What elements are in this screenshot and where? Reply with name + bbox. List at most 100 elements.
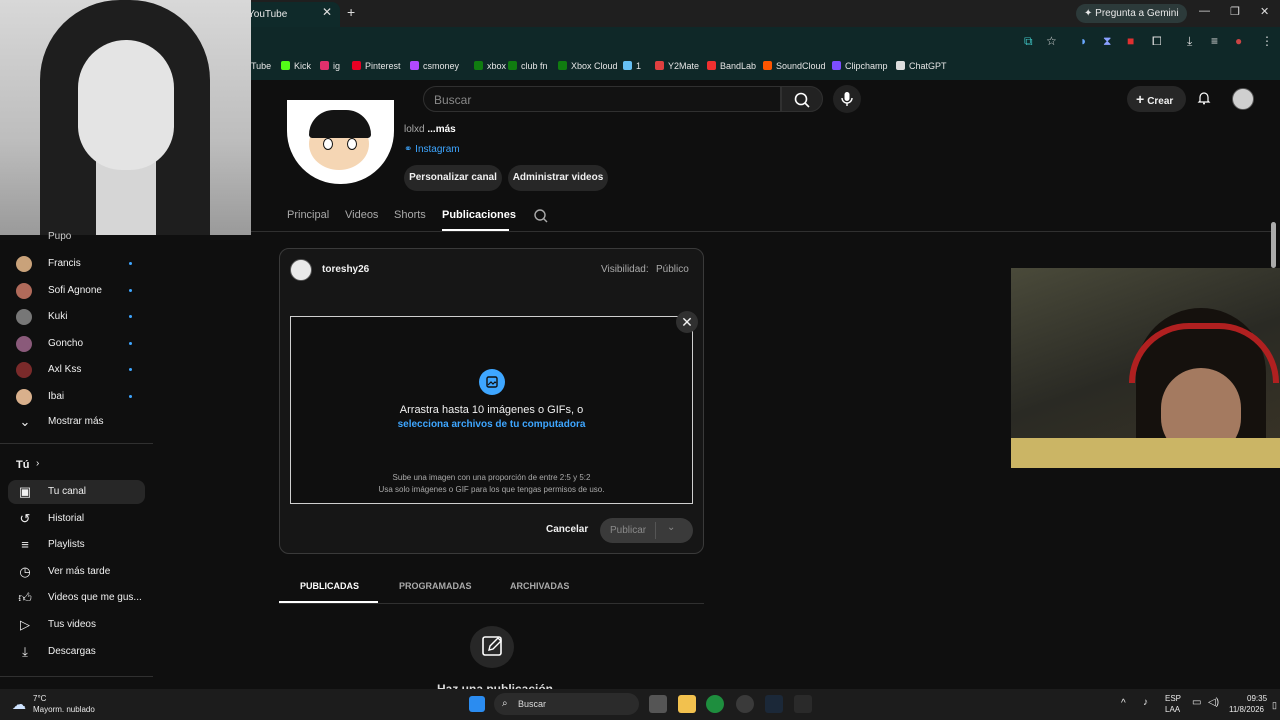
you-item-4[interactable]: 👍︎ Videos que me gus...: [8, 586, 145, 610]
tray-mic-icon[interactable]: ♪: [1143, 697, 1148, 708]
bookmark-6[interactable]: club fn: [508, 61, 548, 71]
minimize-icon[interactable]: —: [1199, 5, 1210, 17]
you-item-0[interactable]: ▣ Tu canal: [8, 480, 145, 504]
create-post-button[interactable]: [470, 626, 514, 668]
sidebar-divider: [0, 443, 153, 444]
new-tab-icon[interactable]: +: [347, 4, 355, 20]
bookmark-favicon-icon: [410, 61, 419, 70]
bookmark-12[interactable]: Clipchamp: [832, 61, 888, 71]
bookmark-favicon-icon: [707, 61, 716, 70]
page-scrollbar[interactable]: [1271, 222, 1276, 268]
tab-shorts[interactable]: Shorts: [394, 209, 426, 221]
composer-avatar: [290, 259, 312, 281]
tab-archived[interactable]: ARCHIVADAS: [510, 581, 569, 591]
bookmark-9[interactable]: Y2Mate: [655, 61, 699, 71]
bookmark-10[interactable]: BandLab: [707, 61, 756, 71]
search-button[interactable]: [781, 86, 823, 112]
media-icon[interactable]: ≡: [1211, 34, 1218, 48]
window-close-icon[interactable]: ✕: [1260, 5, 1269, 18]
bookmark-5[interactable]: xbox: [474, 61, 506, 71]
chevron-down-icon[interactable]: ⌄: [667, 522, 675, 533]
clock-time[interactable]: 09:35: [1247, 694, 1267, 703]
notifications-bell-icon[interactable]: [1197, 91, 1211, 105]
microphone-icon: [841, 92, 853, 106]
adblock-icon[interactable]: ■: [1127, 34, 1134, 48]
language-top[interactable]: ESP: [1165, 694, 1181, 703]
close-icon[interactable]: ✕: [676, 311, 698, 333]
channel-handle[interactable]: lolxd ...más: [404, 124, 456, 135]
weather-desc[interactable]: Mayorm. nublado: [33, 705, 95, 714]
bookmark-favicon-icon: [474, 61, 483, 70]
cancel-button[interactable]: Cancelar: [546, 524, 588, 535]
install-icon[interactable]: ⧉: [1024, 34, 1033, 49]
tab-principal[interactable]: Principal: [287, 209, 329, 221]
bookmark-2[interactable]: ig: [320, 61, 340, 71]
bookmark-7[interactable]: Xbox Cloud: [558, 61, 618, 71]
show-more-button[interactable]: ⌄ Mostrar más: [8, 410, 145, 434]
manage-videos-button[interactable]: Administrar videos: [508, 165, 608, 191]
search-input[interactable]: Buscar: [423, 86, 781, 112]
bookmark-13[interactable]: ChatGPT: [896, 61, 947, 71]
tab-publicaciones[interactable]: Publicaciones: [442, 209, 516, 221]
publish-button[interactable]: Publicar ⌄: [600, 518, 693, 543]
windows-start-icon[interactable]: [469, 696, 485, 712]
you-section-header[interactable]: Tú ›: [8, 453, 145, 477]
steam-icon[interactable]: [765, 695, 783, 713]
task-view-icon[interactable]: [649, 695, 667, 713]
tab-videos[interactable]: Videos: [345, 209, 378, 221]
bookmark-favicon-icon: [896, 61, 905, 70]
you-item-6[interactable]: ⤓ Descargas: [8, 640, 145, 664]
chrome-icon[interactable]: [706, 695, 724, 713]
profile-icon[interactable]: ●: [1235, 34, 1242, 48]
volume-icon[interactable]: ◁): [1208, 697, 1219, 708]
notification-center-icon[interactable]: ▯: [1272, 700, 1277, 711]
bookmark-favicon-icon: [763, 61, 772, 70]
tray-chevron-icon[interactable]: ^: [1121, 698, 1126, 709]
extensions-icon[interactable]: ⧠: [1152, 34, 1162, 49]
you-item-3[interactable]: ◷ Ver más tarde: [8, 560, 145, 584]
taskbar-search[interactable]: Buscar: [494, 693, 639, 715]
you-item-1[interactable]: ↺ Historial: [8, 507, 145, 531]
chevron-right-icon: ›: [36, 458, 40, 469]
image-upload-icon: [479, 369, 505, 395]
account-avatar[interactable]: [1232, 88, 1254, 110]
clock-date[interactable]: 11/8/2026: [1229, 705, 1264, 714]
epic-games-icon[interactable]: [794, 695, 812, 713]
you-item-2[interactable]: ≡ Playlists: [8, 533, 145, 557]
instagram-link[interactable]: ⚭ Instagram: [404, 144, 460, 155]
game-app-icon[interactable]: [736, 695, 754, 713]
file-explorer-icon[interactable]: [678, 695, 696, 713]
extension-icon[interactable]: ◗: [1080, 34, 1087, 48]
voice-search-button[interactable]: [833, 85, 861, 113]
you-item-5[interactable]: ▷ Tus videos: [8, 613, 145, 637]
menu-icon[interactable]: ⋮: [1261, 34, 1273, 48]
channel-search-icon[interactable]: [533, 208, 549, 224]
edit-icon: [482, 636, 502, 656]
bookmark-0[interactable]: Tube: [251, 61, 271, 71]
customize-channel-button[interactable]: Personalizar canal: [404, 165, 502, 191]
composer-username: toreshy26: [322, 264, 370, 275]
bookmark-8[interactable]: 1: [623, 61, 641, 71]
bookmark-star-icon[interactable]: ☆: [1046, 34, 1057, 48]
tab-scheduled[interactable]: PROGRAMADAS: [399, 581, 472, 591]
weather-icon[interactable]: ☁: [12, 696, 26, 713]
bookmark-11[interactable]: SoundCloud: [763, 61, 826, 71]
select-files-link[interactable]: selecciona archivos de tu computadora: [290, 419, 693, 430]
weather-temp[interactable]: 7°C: [33, 694, 46, 703]
channel-avatar[interactable]: [287, 100, 394, 184]
visibility-select[interactable]: Público: [656, 264, 689, 275]
download-icon[interactable]: ⤓: [1187, 34, 1192, 49]
tab-close-icon[interactable]: ✕: [322, 5, 332, 19]
bookmark-1[interactable]: Kick: [281, 61, 311, 71]
maximize-icon[interactable]: ❐: [1230, 5, 1240, 18]
translate-icon[interactable]: ⧗: [1103, 34, 1111, 49]
language-bottom[interactable]: LAA: [1165, 705, 1180, 714]
history-icon: ↺: [19, 510, 31, 526]
your-videos-icon: ▷: [20, 617, 30, 632]
network-icon[interactable]: ▭: [1192, 697, 1201, 708]
tab-published[interactable]: PUBLICADAS: [300, 581, 359, 591]
bookmark-4[interactable]: csmoney: [410, 61, 459, 71]
gemini-button[interactable]: ✦ Pregunta a Gemini: [1076, 4, 1187, 23]
create-button[interactable]: + Crear: [1127, 86, 1186, 112]
bookmark-3[interactable]: Pinterest: [352, 61, 401, 71]
